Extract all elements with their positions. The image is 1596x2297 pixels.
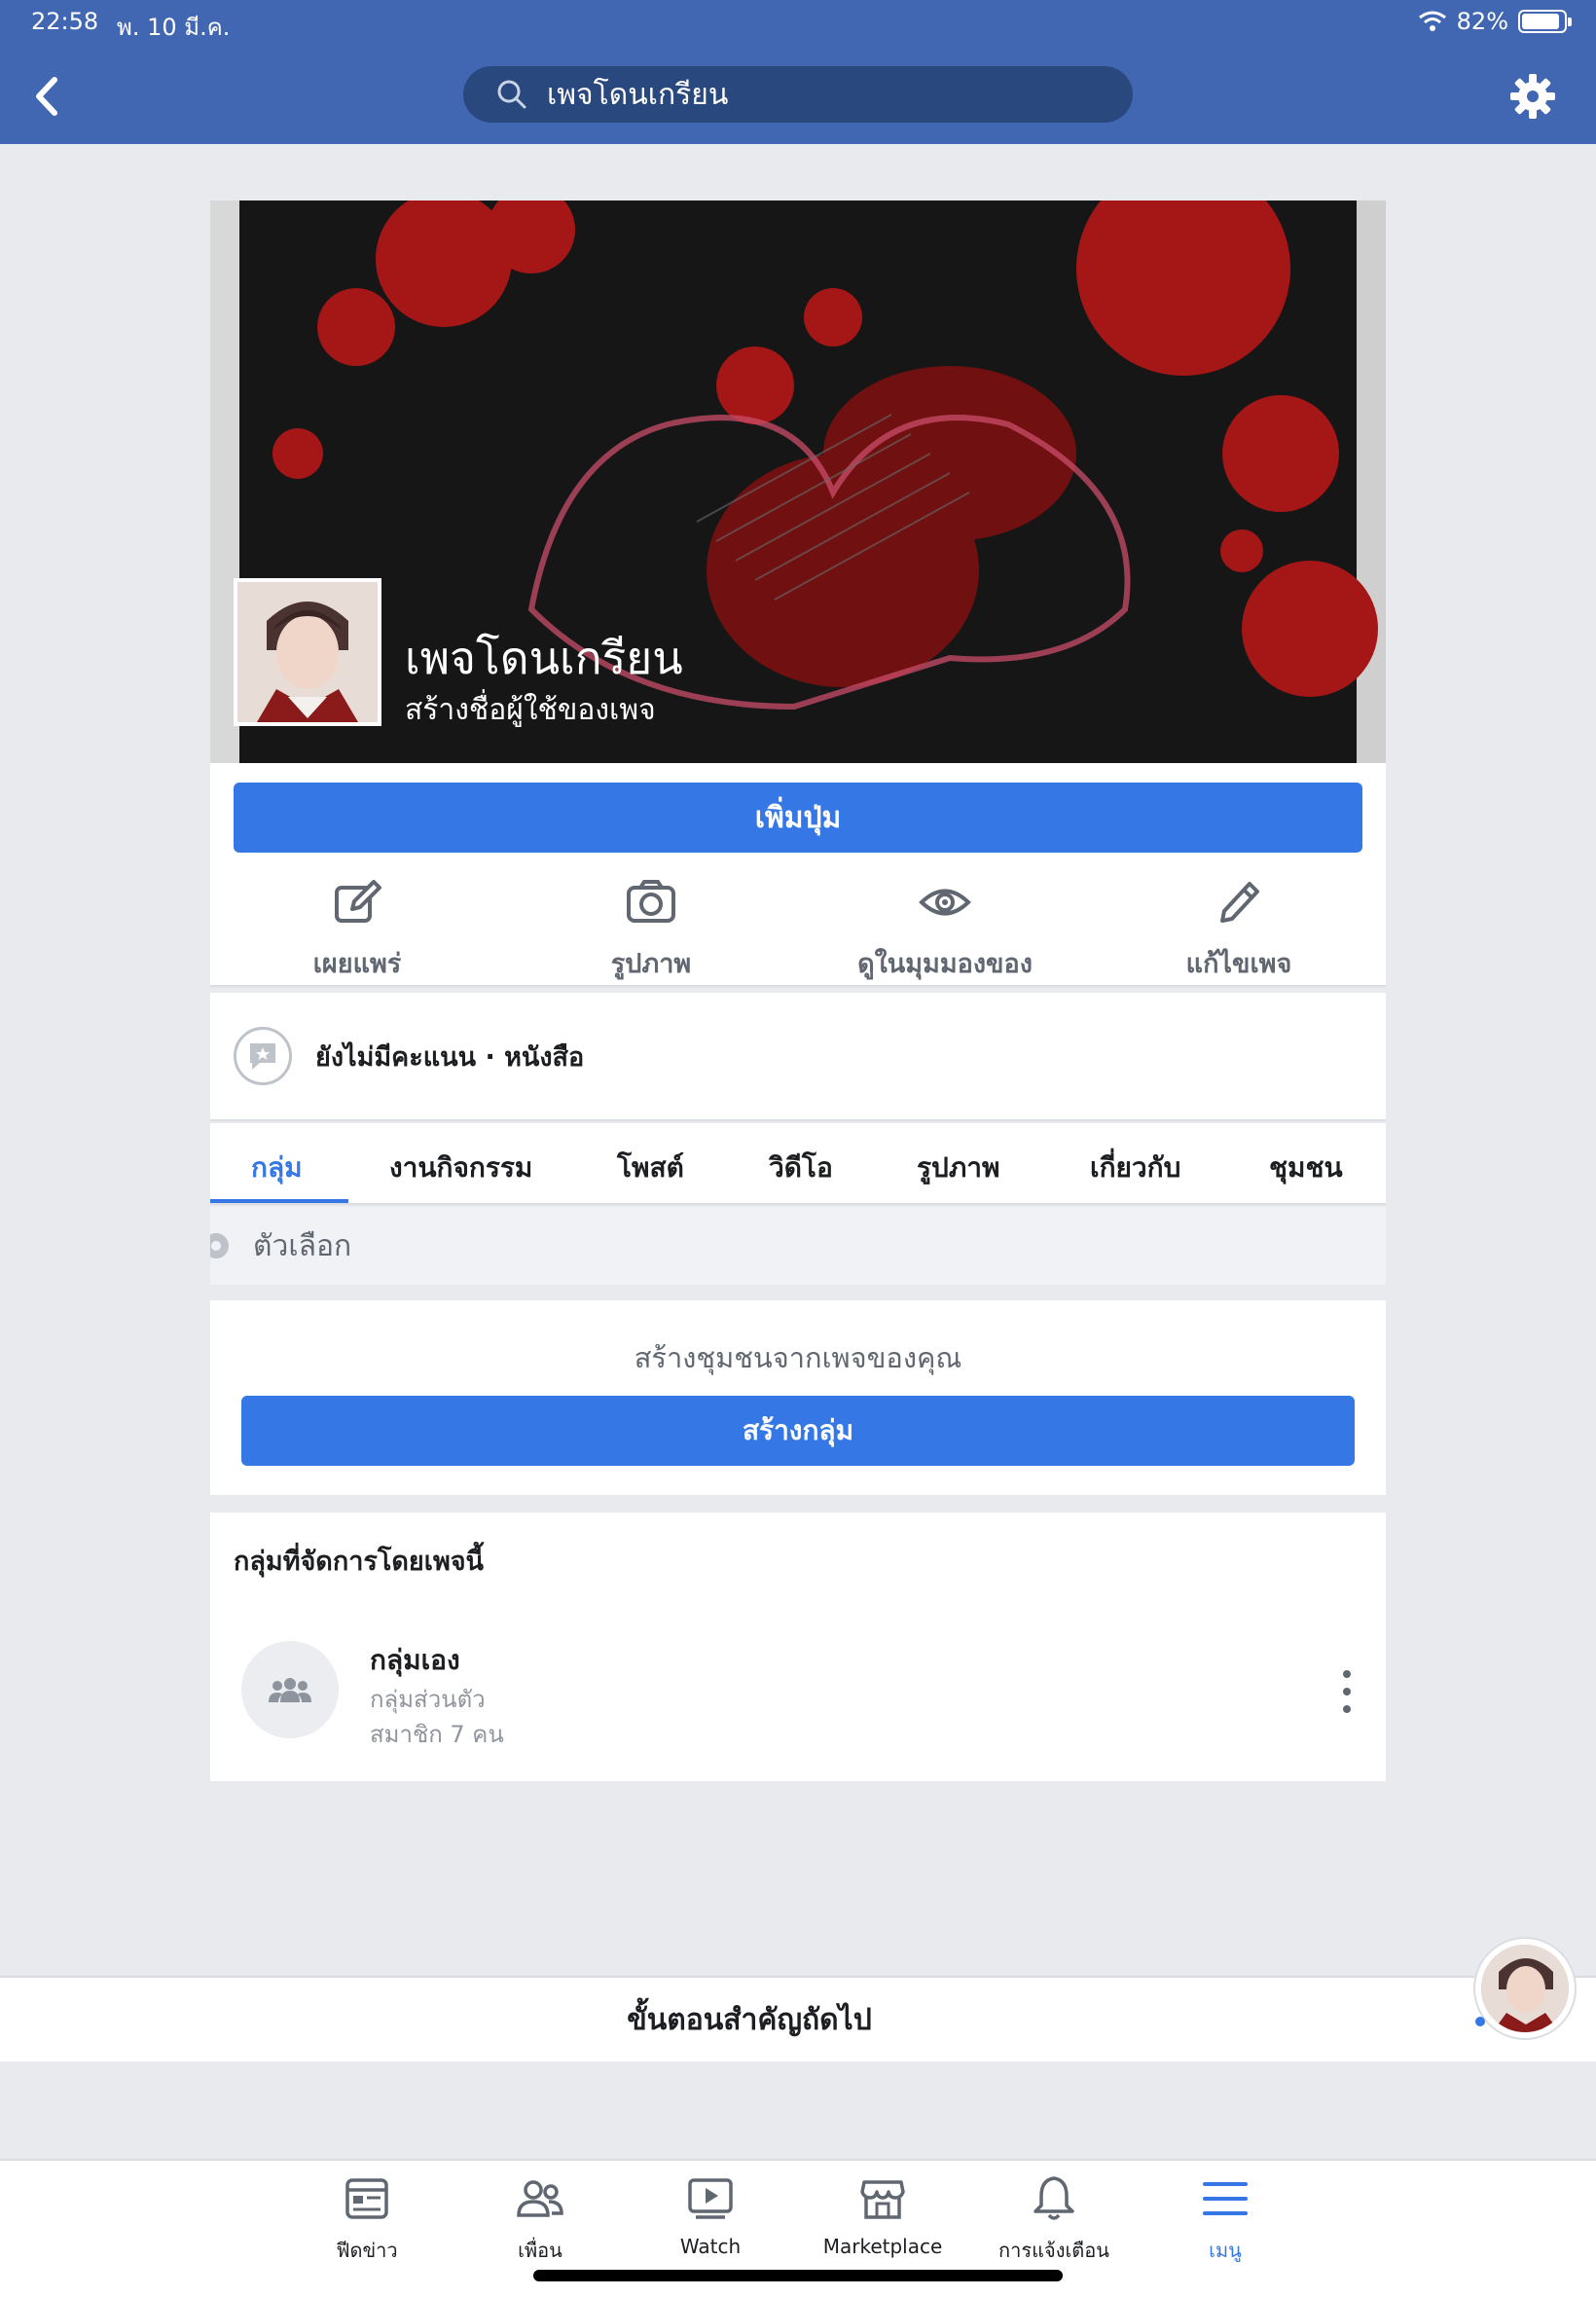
group-members: สมาชิก 7 คน xyxy=(370,1721,504,1748)
publish-action[interactable]: เผยแพร่ xyxy=(210,860,504,985)
tab-events[interactable]: งานกิจกรรม xyxy=(389,1147,532,1189)
nav-news-feed[interactable]: ฟีดข่าว xyxy=(284,2174,450,2266)
tab-posts[interactable]: โพสต์ xyxy=(617,1147,684,1189)
community-title: สร้างชุมชนจากเพจของคุณ xyxy=(634,1341,962,1374)
page-tabs: กลุ่ม งานกิจกรรม โพสต์ วิดีโอ รูปภาพ เกี… xyxy=(210,1123,1386,1205)
friends-icon xyxy=(517,2180,563,2217)
home-indicator[interactable] xyxy=(533,2270,1063,2281)
photo-label: รูปภาพ xyxy=(610,949,692,979)
group-people-icon xyxy=(269,1678,311,1702)
create-group-button[interactable]: สร้างกลุ่ม xyxy=(241,1396,1355,1466)
search-icon xyxy=(497,80,526,109)
next-steps-label: ขั้นตอนสำคัญถัดไป xyxy=(627,2002,872,2037)
more-options-icon[interactable] xyxy=(1327,1670,1366,1713)
group-privacy: กลุ่มส่วนตัว xyxy=(370,1686,486,1713)
community-card: สร้างชุมชนจากเพจของคุณ สร้างกลุ่ม xyxy=(210,1300,1386,1495)
tab-community[interactable]: ชุมชน xyxy=(1269,1147,1343,1189)
menu-icon xyxy=(1203,2182,1248,2215)
rating-row[interactable]: ยังไม่มีคะแนน · หนังสือ xyxy=(210,993,1386,1121)
top-bar: 22:58 พ. 10 มี.ค. 82% เพจโดนเกรียน xyxy=(0,0,1596,144)
active-tab-indicator xyxy=(210,1199,348,1203)
battery-icon xyxy=(1518,10,1572,33)
nav-friends[interactable]: เพื่อน xyxy=(457,2174,623,2266)
nav-watch[interactable]: Watch xyxy=(628,2174,793,2258)
managed-groups-card: กลุ่มที่จัดการโดยเพจนี้ กลุ่มเอง กลุ่มส่… xyxy=(210,1513,1386,1781)
options-label: ตัวเลือก xyxy=(253,1228,352,1263)
page-profile-picture[interactable] xyxy=(234,578,381,726)
page-title: เพจโดนเกรียน xyxy=(405,632,683,684)
edit-page-action[interactable]: แก้ไขเพจ xyxy=(1092,860,1386,985)
camera-icon xyxy=(627,880,675,923)
photo-action[interactable]: รูปภาพ xyxy=(504,860,798,985)
watch-icon xyxy=(688,2178,733,2219)
marketplace-icon xyxy=(860,2180,905,2219)
nav-marketplace-label: Marketplace xyxy=(822,2235,943,2258)
tab-photos[interactable]: รูปภาพ xyxy=(917,1147,999,1189)
status-right: 82% xyxy=(1418,8,1572,35)
cover-art xyxy=(210,201,1386,763)
group-name[interactable]: กลุ่มเอง xyxy=(370,1639,460,1682)
nav-notifications-label: การแจ้งเตือน xyxy=(998,2239,1109,2262)
edit-page-label: แก้ไขเพจ xyxy=(1185,949,1292,979)
chat-head-avatar[interactable] xyxy=(1473,1937,1577,2040)
news-feed-icon xyxy=(345,2178,388,2219)
view-as-label: ดูในมุมมองของ xyxy=(857,949,1033,979)
eye-icon xyxy=(919,889,971,916)
nav-news-feed-label: ฟีดข่าว xyxy=(336,2239,398,2262)
nav-menu[interactable]: เมนู xyxy=(1143,2174,1308,2266)
nav-friends-label: เพื่อน xyxy=(518,2239,562,2262)
chat-head-art xyxy=(1481,1945,1569,2032)
tab-about[interactable]: เกี่ยวกับ xyxy=(1090,1147,1180,1189)
search-bar[interactable]: เพจโดนเกรียน xyxy=(463,66,1133,123)
review-bubble-icon xyxy=(234,1027,292,1085)
create-username-link[interactable]: สร้างชื่อผู้ใช้ของเพจ xyxy=(405,687,656,733)
profile-avatar-art xyxy=(237,582,378,722)
next-steps-bar[interactable]: ขั้นตอนสำคัญถัดไป xyxy=(0,1976,1596,2061)
battery-percent: 82% xyxy=(1456,8,1508,35)
tab-groups[interactable]: กลุ่ม xyxy=(251,1147,303,1189)
bell-icon xyxy=(1034,2176,1074,2220)
options-row[interactable]: ตัวเลือก xyxy=(210,1207,1386,1285)
view-as-action[interactable]: ดูในมุมมองของ xyxy=(798,860,1092,985)
rating-text: ยังไม่มีคะแนน · หนังสือ xyxy=(315,1041,585,1073)
pencil-icon xyxy=(1220,882,1259,923)
online-indicator xyxy=(1475,2017,1485,2026)
managed-groups-header: กลุ่มที่จัดการโดยเพจนี้ xyxy=(234,1547,485,1577)
publish-label: เผยแพร่ xyxy=(312,949,402,979)
search-query: เพจโดนเกรียน xyxy=(547,77,729,112)
status-date: พ. 10 มี.ค. xyxy=(117,14,231,41)
nav-notifications[interactable]: การแจ้งเตือน xyxy=(971,2174,1137,2266)
gear-icon xyxy=(210,1233,229,1258)
edit-icon xyxy=(335,880,381,923)
nav-watch-label: Watch xyxy=(679,2235,742,2258)
add-button[interactable]: เพิ่มปุ่ม xyxy=(234,783,1362,853)
nav-menu-label: เมนู xyxy=(1209,2239,1242,2262)
nav-marketplace[interactable]: Marketplace xyxy=(800,2174,965,2258)
cover-photo[interactable] xyxy=(210,201,1386,763)
settings-gear-icon[interactable] xyxy=(1508,72,1557,121)
wifi-icon xyxy=(1418,11,1446,31)
back-button[interactable] xyxy=(29,74,64,119)
group-avatar[interactable] xyxy=(241,1641,339,1738)
tab-videos[interactable]: วิดีโอ xyxy=(769,1147,833,1189)
page-actions: เผยแพร่ รูปภาพ ดูในมุมมองของ แก้ไขเพจ xyxy=(210,860,1386,987)
status-time: 22:58 xyxy=(31,8,99,35)
